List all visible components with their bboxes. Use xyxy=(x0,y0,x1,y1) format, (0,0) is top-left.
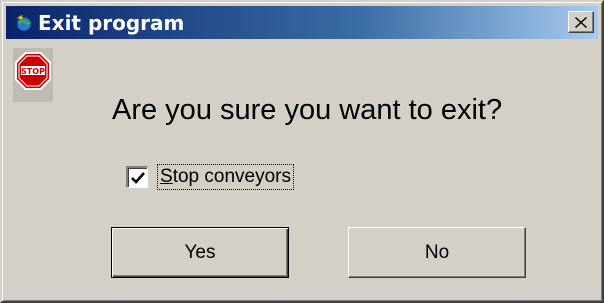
checkbox-label-text: top conveyors xyxy=(172,166,291,187)
close-icon xyxy=(575,16,587,28)
stop-conveyors-checkbox[interactable] xyxy=(126,166,148,188)
no-button[interactable]: No xyxy=(348,227,526,278)
close-button[interactable] xyxy=(568,11,594,33)
stop-conveyors-label[interactable]: Stop conveyors xyxy=(157,164,294,190)
window-title: Exit program xyxy=(38,10,185,35)
stop-sign-icon: STOP xyxy=(13,48,53,102)
exit-dialog-window: Exit program STOP Are you sure you want … xyxy=(0,0,604,303)
title-bar[interactable]: Exit program xyxy=(6,6,598,39)
exit-question: Are you sure you want to exit? xyxy=(112,94,503,126)
accelerator-key: S xyxy=(160,166,173,187)
app-icon xyxy=(16,14,32,31)
stop-conveyors-option[interactable]: Stop conveyors xyxy=(126,164,294,190)
svg-text:STOP: STOP xyxy=(21,67,45,76)
yes-button[interactable]: Yes xyxy=(111,227,289,278)
checkmark-icon xyxy=(130,171,145,184)
